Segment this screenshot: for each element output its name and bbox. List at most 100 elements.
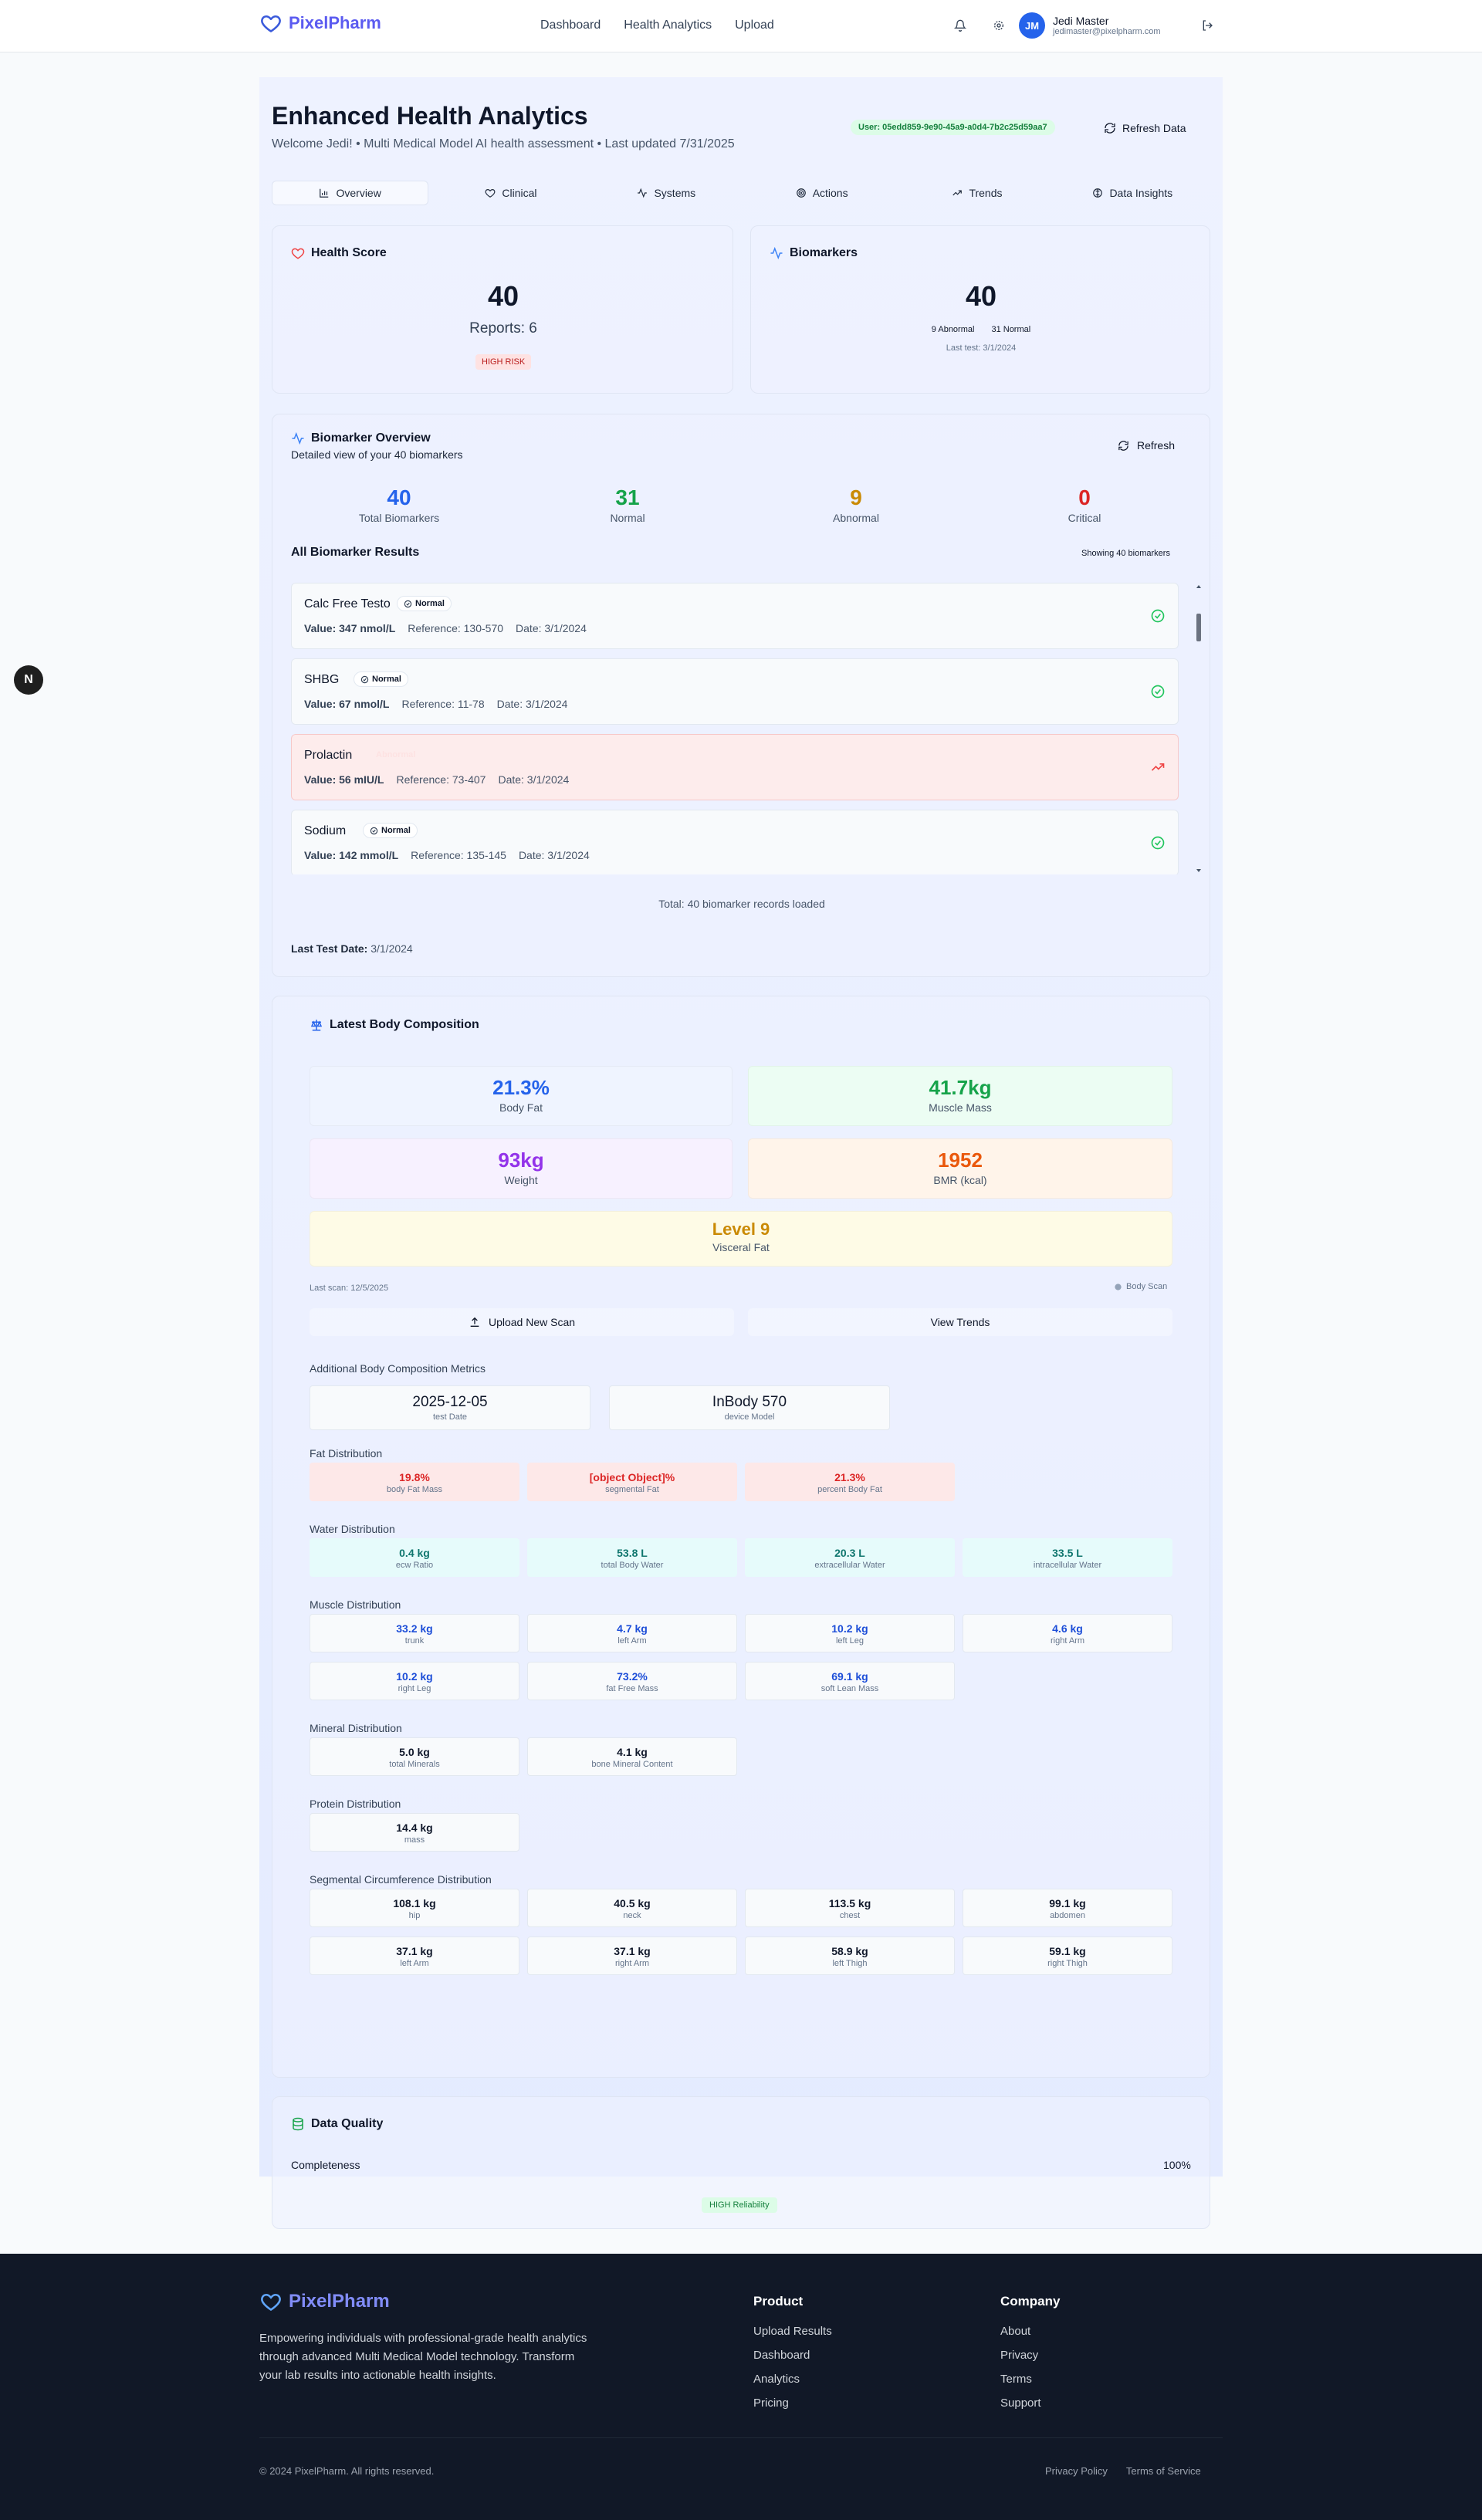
- last-test-value: 3/1/2024: [370, 942, 413, 955]
- metric-cell-label: mass: [404, 1835, 425, 1845]
- footer-link-analytics[interactable]: Analytics: [753, 2373, 832, 2386]
- metric-bmr: 1952 BMR (kcal): [748, 1138, 1172, 1199]
- tab-systems[interactable]: Systems: [589, 181, 744, 205]
- gear-icon: [993, 19, 1005, 32]
- metric-body-fat: 21.3% Body Fat: [310, 1066, 733, 1126]
- footer-link-privacy[interactable]: Privacy: [1000, 2349, 1060, 2362]
- view-trends-label: View Trends: [930, 1316, 990, 1328]
- body-comp-title-row: Latest Body Composition: [310, 1018, 479, 1032]
- stat-label: Total Biomarkers: [358, 512, 440, 524]
- nav-dashboard[interactable]: Dashboard: [540, 19, 601, 32]
- nav-upload[interactable]: Upload: [735, 19, 774, 32]
- stat-label: Normal: [610, 512, 645, 524]
- metric-cell: 58.9 kg left Thigh: [745, 1937, 955, 1975]
- metric-label: BMR (kcal): [933, 1174, 987, 1186]
- terms-of-service-link[interactable]: Terms of Service: [1126, 2465, 1201, 2477]
- tab-label: Actions: [812, 187, 848, 199]
- metric-cell-label: total Body Water: [601, 1561, 664, 1570]
- tab-label: Systems: [654, 187, 696, 199]
- footer-link-terms[interactable]: Terms: [1000, 2373, 1060, 2386]
- abnormal-count: 9 Abnormal: [931, 325, 975, 334]
- tab-actions[interactable]: Actions: [744, 181, 899, 205]
- list-item[interactable]: Prolactin Abnormal Value: 56 mIU/L Refer…: [291, 734, 1179, 800]
- brand-logo[interactable]: PixelPharm: [259, 12, 381, 34]
- stat-value: 31: [615, 485, 640, 509]
- metric-label: Weight: [504, 1174, 538, 1186]
- activity-icon: [637, 188, 648, 198]
- metric-cell-label: extracellular Water: [814, 1561, 885, 1570]
- footer-link-support[interactable]: Support: [1000, 2397, 1060, 2410]
- refresh-data-button[interactable]: Refresh Data: [1098, 116, 1206, 140]
- data-quality-title-row: Data Quality: [291, 2117, 383, 2131]
- overview-title: Biomarker Overview: [311, 431, 431, 445]
- upload-scan-button[interactable]: Upload New Scan: [310, 1308, 734, 1336]
- tab-data-insights[interactable]: Data Insights: [1055, 181, 1210, 205]
- tab-label: Overview: [336, 187, 381, 199]
- status-badge: Normal: [363, 823, 418, 838]
- avatar[interactable]: JM: [1019, 12, 1045, 39]
- footer-column-title: Product: [753, 2294, 804, 2309]
- tab-clinical[interactable]: Clinical: [433, 181, 588, 205]
- view-trends-button[interactable]: View Trends: [748, 1308, 1172, 1336]
- check-circle-icon: [1150, 684, 1166, 699]
- metric-value: 41.7kg: [929, 1076, 992, 1099]
- nav-health-analytics[interactable]: Health Analytics: [624, 19, 712, 32]
- reports-count: Reports: 6: [469, 320, 537, 337]
- metric-cell-value: 33.5 L: [1052, 1547, 1083, 1559]
- metric-cell-label: right Leg: [398, 1684, 431, 1693]
- list-item[interactable]: SHBG Normal Value: 67 nmol/L Reference: …: [291, 658, 1179, 725]
- footer-brand-name: PixelPharm: [289, 2291, 390, 2312]
- status-text: Normal: [372, 675, 401, 684]
- section-title: Additional Body Composition Metrics: [310, 1362, 486, 1375]
- biomarker-list[interactable]: Calc Free Testo Normal Value: 347 nmol/L…: [291, 583, 1193, 874]
- metric-cell-label: hip: [408, 1911, 421, 1920]
- footer-divider: [259, 2437, 1223, 2438]
- risk-badge: HIGH RISK: [475, 354, 532, 370]
- metric-cell-value: 99.1 kg: [1049, 1897, 1086, 1909]
- copyright: © 2024 PixelPharm. All rights reserved.: [259, 2465, 435, 2477]
- settings-button[interactable]: [986, 13, 1011, 38]
- dev-tools-button[interactable]: N: [14, 665, 43, 695]
- footer-brand[interactable]: PixelPharm: [259, 2291, 390, 2312]
- footer-link-upload[interactable]: Upload Results: [753, 2325, 832, 2338]
- footer-link-about[interactable]: About: [1000, 2325, 1060, 2338]
- logout-icon: [1201, 19, 1213, 32]
- footer-link-dashboard[interactable]: Dashboard: [753, 2349, 832, 2362]
- metric-cell-value: 4.7 kg: [617, 1622, 648, 1635]
- metric-cell: 5.0 kg total Minerals: [310, 1737, 519, 1776]
- biomarker-reference: Reference: 11-78: [401, 698, 485, 710]
- biomarkers-title: Biomarkers: [790, 246, 858, 259]
- metric-label: Visceral Fat: [712, 1241, 770, 1253]
- user-area: JM Jedi Master jedimaster@pixelpharm.com: [948, 12, 1220, 39]
- bell-icon: [954, 19, 966, 32]
- section-title: Muscle Distribution: [310, 1598, 401, 1611]
- logout-button[interactable]: [1195, 13, 1220, 38]
- metric-cell-value: 5.0 kg: [399, 1746, 430, 1758]
- biomarker-meta: Value: 142 mmol/L Reference: 135-145 Dat…: [304, 849, 590, 861]
- metric-cell: 37.1 kg right Arm: [527, 1937, 737, 1975]
- biomarker-value: Value: 347 nmol/L: [304, 622, 396, 634]
- tab-trends[interactable]: Trends: [899, 181, 1054, 205]
- metric-cell: InBody 570 device Model: [609, 1385, 890, 1430]
- metric-cell: 73.2% fat Free Mass: [527, 1662, 737, 1700]
- metric-cell-value: 33.2 kg: [396, 1622, 433, 1635]
- activity-icon: [291, 431, 305, 445]
- metric-cell-label: test Date: [432, 1412, 468, 1422]
- completeness-value: 100%: [1163, 2159, 1191, 2171]
- biomarker-reference: Reference: 135-145: [411, 849, 506, 861]
- list-item[interactable]: Calc Free Testo Normal Value: 347 nmol/L…: [291, 583, 1179, 649]
- metric-cell-value: 37.1 kg: [614, 1945, 651, 1957]
- refresh-data-label: Refresh Data: [1122, 122, 1186, 134]
- biomarker-date: Date: 3/1/2024: [498, 773, 570, 786]
- metric-cell: 37.1 kg left Arm: [310, 1937, 519, 1975]
- metric-cell-value: 2025-12-05: [412, 1394, 488, 1410]
- list-item[interactable]: Sodium Normal Value: 142 mmol/L Referenc…: [291, 810, 1179, 874]
- tab-overview[interactable]: Overview: [272, 181, 429, 205]
- footer-link-pricing[interactable]: Pricing: [753, 2397, 832, 2410]
- refresh-button[interactable]: Refresh: [1108, 433, 1185, 458]
- notifications-button[interactable]: [948, 13, 973, 38]
- list-scrollbar[interactable]: [1194, 583, 1203, 874]
- metric-cell: 113.5 kg chest: [745, 1889, 955, 1927]
- main-nav: Dashboard Health Analytics Upload: [540, 19, 774, 32]
- privacy-policy-link[interactable]: Privacy Policy: [1045, 2465, 1108, 2477]
